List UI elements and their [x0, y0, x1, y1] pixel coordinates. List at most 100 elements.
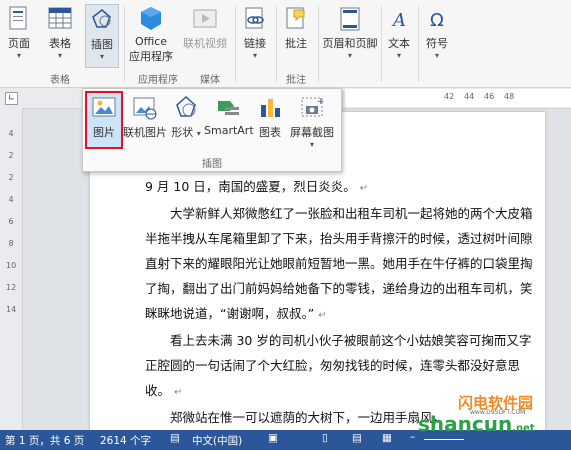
- ruler-tick: 44: [464, 92, 475, 101]
- text-button[interactable]: A 文本 ▾: [382, 6, 416, 60]
- comment-icon: [286, 7, 305, 29]
- ruler-tick: 8: [8, 239, 14, 248]
- proofing-icon[interactable]: ▤: [170, 432, 180, 444]
- header-footer-button[interactable]: 页眉和页脚 ▾: [322, 6, 378, 60]
- symbol-label: 符号: [426, 37, 448, 50]
- illustration-dropdown: 图片 联机图片 形状 ▾ SmartArt 图表 + 屏幕截图 ▾ 插图: [82, 88, 342, 172]
- group-label-media: 媒体: [200, 75, 220, 86]
- page-button[interactable]: 页面 ▾: [3, 6, 35, 60]
- smartart-label: SmartArt: [204, 124, 254, 137]
- ruler-tick: 12: [6, 283, 17, 292]
- chevron-down-icon: ▾: [434, 51, 439, 60]
- zoom-out-icon[interactable]: –: [410, 431, 415, 443]
- office-apps-label-1: Office: [134, 35, 168, 48]
- chevron-down-icon: ▾: [57, 51, 62, 60]
- text-label: 文本: [388, 37, 410, 50]
- link-button[interactable]: 链接 ▾: [238, 6, 272, 60]
- shapes-label: 形状 ▾: [171, 126, 201, 139]
- page-label: 页面: [8, 37, 30, 50]
- office-apps-button[interactable]: Office 应用程序: [127, 6, 175, 64]
- zoom-slider[interactable]: [424, 439, 464, 440]
- paragraph: 大学新鲜人郑微憋红了一张脸和出租车司机一起将她的两个大皮箱半拖半拽从车尾箱里卸了…: [145, 206, 533, 321]
- ruler-corner[interactable]: ∟: [5, 92, 18, 105]
- table-button[interactable]: 表格 ▾: [44, 6, 76, 60]
- chevron-down-icon: ▾: [347, 51, 352, 60]
- macro-icon[interactable]: ▣: [268, 432, 278, 444]
- table-icon: [48, 7, 72, 29]
- online-video-button[interactable]: 联机视频: [180, 6, 230, 51]
- word-count[interactable]: 2614 个字: [100, 433, 151, 448]
- divider: [418, 6, 419, 82]
- online-picture-label: 联机图片: [123, 126, 167, 139]
- table-label: 表格: [49, 37, 71, 50]
- svg-text:A: A: [391, 10, 406, 31]
- site-watermark: 闪电软件园 www.D9SOFT.COM shancun.net: [418, 392, 553, 436]
- smartart-button[interactable]: SmartArt: [204, 91, 254, 137]
- comment-label: 批注: [285, 37, 307, 50]
- illustration-button[interactable]: 插图 ▾: [85, 4, 119, 68]
- svg-text:+: +: [317, 97, 325, 107]
- ruler-tick: 46: [484, 92, 495, 101]
- video-icon: [193, 9, 217, 28]
- symbol-button[interactable]: Ω 符号 ▾: [420, 6, 454, 60]
- ruler-tick: 14: [6, 305, 17, 314]
- page-icon: [9, 6, 27, 30]
- chevron-down-icon: ▾: [16, 51, 21, 60]
- ruler-tick: 48: [504, 92, 515, 101]
- link-label: 链接: [244, 37, 266, 50]
- svg-text:Ω: Ω: [430, 10, 444, 31]
- text-icon: A: [391, 10, 406, 31]
- ruler-tick: 4: [8, 195, 14, 204]
- screenshot-label: 屏幕截图: [290, 126, 334, 139]
- group-label-apps: 应用程序: [138, 75, 178, 86]
- paragraph: 9 月 10 日，南国的盛夏，烈日炎炎。 ↵: [145, 179, 369, 194]
- ruler-tick: 6: [8, 217, 14, 226]
- smartart-icon: [218, 101, 239, 115]
- group-label-comment: 批注: [286, 75, 306, 86]
- chart-icon: [261, 99, 280, 117]
- web-layout-icon[interactable]: ▦: [382, 432, 392, 444]
- ruler-tick: 2: [8, 151, 14, 160]
- read-mode-icon[interactable]: ▯: [322, 432, 328, 444]
- chart-label: 图表: [259, 126, 281, 139]
- ruler-tick: 42: [444, 92, 455, 101]
- divider: [124, 6, 125, 82]
- page-count[interactable]: 第 1 页，共 6 页: [5, 433, 84, 448]
- ruler-tick: 2: [8, 173, 14, 182]
- screenshot-button[interactable]: + 屏幕截图 ▾: [288, 91, 336, 149]
- shapes-icon: [92, 9, 111, 28]
- online-picture-icon: [133, 97, 157, 120]
- picture-label: 图片: [93, 126, 115, 139]
- comment-button[interactable]: 批注: [279, 6, 313, 51]
- chevron-down-icon: ▾: [309, 140, 314, 149]
- link-icon: [245, 7, 264, 29]
- ruler-tick: 4: [8, 129, 14, 138]
- shapes-icon: [176, 95, 196, 117]
- divider: [318, 6, 319, 82]
- divider: [276, 6, 277, 82]
- picture-icon: [92, 97, 116, 117]
- dropdown-group-label: 插图: [202, 159, 222, 170]
- divider: [235, 6, 236, 82]
- chevron-down-icon: ▾: [252, 51, 257, 60]
- omega-icon: Ω: [430, 10, 444, 31]
- group-label-table: 表格: [50, 75, 70, 86]
- vertical-ruler: ∟ 4 2 2 4 6 8 10 12 14: [0, 88, 23, 430]
- ribbon: 页面 ▾ 表格 ▾ 插图 ▾ Office 应用程序 联机视频 链接 ▾ 批注 …: [0, 0, 571, 88]
- screenshot-icon: +: [301, 97, 325, 117]
- chevron-down-icon: ▾: [396, 51, 401, 60]
- language-indicator[interactable]: 中文(中国): [192, 433, 242, 448]
- online-picture-button[interactable]: 联机图片: [123, 91, 167, 140]
- picture-button[interactable]: 图片: [85, 91, 123, 149]
- watermark-site: shancun.net: [418, 412, 535, 436]
- office-apps-label-2: 应用程序: [129, 50, 173, 63]
- chevron-down-icon: ▾: [99, 52, 104, 61]
- shapes-button[interactable]: 形状 ▾: [171, 91, 201, 140]
- office-store-icon: [141, 7, 161, 30]
- header-footer-label: 页眉和页脚: [322, 37, 378, 50]
- chart-button[interactable]: 图表: [255, 91, 285, 140]
- illustration-label: 插图: [91, 38, 113, 51]
- online-video-label: 联机视频: [183, 37, 227, 50]
- ruler-tick: 10: [6, 261, 17, 270]
- print-layout-icon[interactable]: ▤: [352, 432, 362, 444]
